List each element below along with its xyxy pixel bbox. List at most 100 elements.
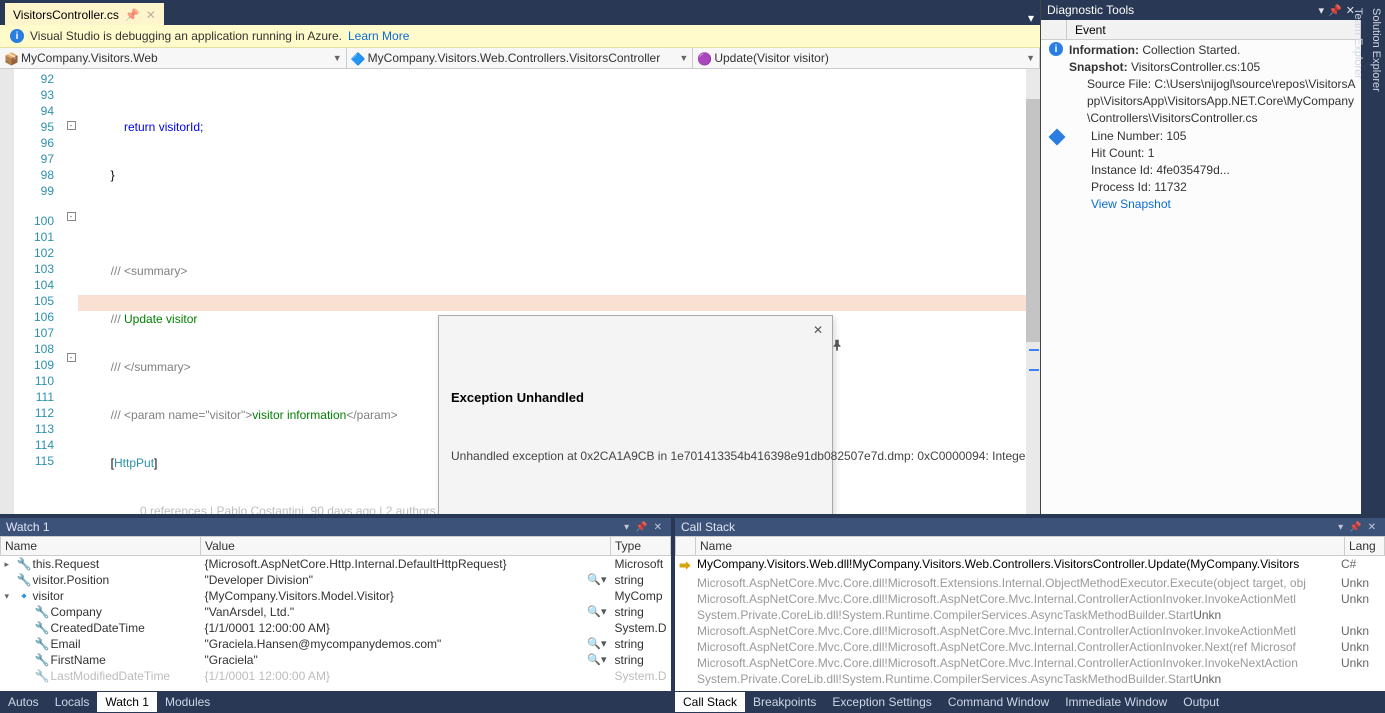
watch-row[interactable]: ▾🔹visitor{MyCompany.Visitors.Model.Visit… (1, 588, 671, 604)
watch-tabs: Autos Locals Watch 1 Modules (0, 691, 671, 713)
watch-row[interactable]: 🔧CreatedDateTime{1/1/0001 12:00:00 AM}Sy… (1, 620, 671, 636)
watch-table[interactable]: NameValueType ▸🔧this.Request{Microsoft.A… (0, 536, 671, 684)
output-tab[interactable]: Output (1175, 692, 1227, 712)
close-icon[interactable]: ✕ (651, 522, 665, 533)
method-dropdown[interactable]: 🟣 Update(Visitor visitor) ▼ (693, 48, 1040, 68)
modules-tab[interactable]: Modules (157, 692, 218, 712)
snapshot-icon (1049, 129, 1066, 146)
watch-row[interactable]: 🔧Company"VanArsdel, Ltd."🔍▾string (1, 604, 671, 620)
call-stack-frame[interactable]: ⮕MyCompany.Visitors.Web.dll!MyCompany.Vi… (675, 556, 1385, 575)
watch-header: Watch 1 ▾ 📌 ✕ (0, 518, 671, 536)
document-tabs: VisitorsController.cs 📌 ✕ ▾ (0, 0, 1040, 25)
call-stack-frame[interactable]: Microsoft.AspNetCore.Mvc.Core.dll!Micros… (675, 655, 1385, 671)
close-icon[interactable]: ✕ (1346, 4, 1355, 17)
watch-row[interactable]: 🔧Email"Graciela.Hansen@mycompanydemos.co… (1, 636, 671, 652)
class-dropdown[interactable]: 🔷 MyCompany.Visitors.Web.Controllers.Vis… (347, 48, 694, 68)
call-stack-header: Call Stack ▾ 📌 ✕ (675, 518, 1385, 536)
wrench-icon: 🔧 (17, 573, 31, 587)
current-frame-icon (679, 672, 695, 686)
watch-row[interactable]: 🔧FirstName"Graciela"🔍▾string (1, 652, 671, 668)
exception-title: Exception Unhandled (451, 390, 820, 406)
visualizer-icon[interactable]: 🔍▾ (587, 605, 606, 618)
wrench-icon: 🔧 (35, 669, 49, 683)
call-stack-frame[interactable]: Microsoft.AspNetCore.Mvc.Core.dll!Micros… (675, 623, 1385, 639)
wrench-icon: 🔧 (35, 605, 49, 619)
instance-id-label: Instance Id: 4fe035479d... (1091, 162, 1230, 179)
pin-icon[interactable]: 📌 (1328, 4, 1342, 17)
watch-panel: Watch 1 ▾ 📌 ✕ NameValueType ▸🔧this.Reque… (0, 514, 675, 713)
cube-icon: 🔹 (17, 589, 31, 603)
hit-count-label: Hit Count: 1 (1091, 145, 1230, 162)
close-icon[interactable]: ✕ (810, 322, 826, 338)
wrench-icon: 🔧 (35, 653, 49, 667)
wrench-icon: 🔧 (17, 557, 31, 571)
autos-tab[interactable]: Autos (0, 692, 47, 712)
chevron-down-icon: ▼ (679, 53, 688, 63)
watch-row[interactable]: 🔧LastModifiedDateTime{1/1/0001 12:00:00 … (1, 668, 671, 684)
exception-settings-tab[interactable]: Exception Settings (824, 692, 939, 712)
exception-message: Unhandled exception at 0x2CA1A9CB in 1e7… (451, 448, 820, 464)
watch-row[interactable]: ▸🔧this.Request{Microsoft.AspNetCore.Http… (1, 556, 671, 573)
code-nav-bar: 📦 MyCompany.Visitors.Web ▼ 🔷 MyCompany.V… (0, 48, 1040, 69)
process-id-label: Process Id: 11732 (1091, 179, 1230, 196)
pin-icon[interactable] (790, 322, 806, 338)
wrench-icon: 🔧 (35, 621, 49, 635)
pin-icon[interactable]: 📌 (125, 8, 140, 22)
window-menu-icon[interactable]: ▾ (1319, 4, 1325, 17)
chevron-down-icon: ▼ (1026, 53, 1035, 63)
locals-tab[interactable]: Locals (47, 692, 98, 712)
event-column[interactable]: Event (1067, 20, 1361, 39)
info-icon: i (10, 29, 24, 43)
method-icon: 🟣 (697, 52, 711, 64)
chevron-down-icon: ▼ (333, 53, 342, 63)
pin-icon[interactable]: 📌 (632, 522, 650, 533)
call-stack-frame[interactable]: System.Private.CoreLib.dll!System.Runtim… (675, 671, 1385, 687)
call-stack-frame[interactable]: Microsoft.AspNetCore.Mvc.Core.dll!Micros… (675, 639, 1385, 655)
immediate-window-tab[interactable]: Immediate Window (1057, 692, 1175, 712)
close-icon[interactable]: ✕ (1365, 522, 1379, 533)
diag-columns: Event (1041, 20, 1361, 40)
banner-text: Visual Studio is debugging an applicatio… (30, 29, 342, 43)
watch1-tab[interactable]: Watch 1 (97, 692, 157, 712)
window-menu-icon[interactable]: ▾ (621, 522, 632, 533)
tab-overflow-icon[interactable]: ▾ (1022, 11, 1040, 25)
wrench-icon: 🔧 (35, 637, 49, 651)
azure-debug-banner: i Visual Studio is debugging an applicat… (0, 25, 1040, 48)
current-frame-icon (679, 592, 695, 606)
current-execution-line (78, 295, 1040, 311)
call-stack-frame[interactable]: Microsoft.AspNetCore.Mvc.Core.dll!Micros… (675, 591, 1385, 607)
current-frame-icon (679, 640, 695, 654)
call-stack-tabs: Call Stack Breakpoints Exception Setting… (675, 691, 1385, 713)
active-tab[interactable]: VisitorsController.cs 📌 ✕ (5, 3, 164, 25)
call-stack-table: NameLang (675, 536, 1385, 556)
call-stack-frame[interactable]: Microsoft.AspNetCore.Mvc.Core.dll!Micros… (675, 575, 1385, 591)
diagnostic-tools-header: Diagnostic Tools ▾ 📌 ✕ (1041, 0, 1361, 20)
current-frame-icon (679, 624, 695, 638)
learn-more-link[interactable]: Learn More (348, 29, 409, 43)
call-stack-panel: Call Stack ▾ 📌 ✕ NameLang ⮕MyCompany.Vis… (675, 514, 1385, 713)
diag-info-row[interactable]: i Information: Collection Started. (1045, 42, 1357, 59)
class-icon: 🔷 (351, 52, 365, 64)
close-icon[interactable]: ✕ (146, 8, 156, 22)
command-window-tab[interactable]: Command Window (940, 692, 1057, 712)
callstack-tab[interactable]: Call Stack (675, 692, 745, 712)
visualizer-icon[interactable]: 🔍▾ (587, 637, 606, 650)
window-menu-icon[interactable]: ▾ (1335, 522, 1346, 533)
current-frame-icon (679, 656, 695, 670)
current-frame-icon (679, 608, 695, 622)
call-stack-frame[interactable]: System.Private.CoreLib.dll!System.Runtim… (675, 607, 1385, 623)
view-snapshot-link[interactable]: View Snapshot (1091, 196, 1230, 213)
line-number-label: Line Number: 105 (1091, 128, 1230, 145)
panel-title: Diagnostic Tools (1047, 3, 1134, 17)
diag-snapshot-row[interactable]: Snapshot: VisitorsController.cs:105 (1045, 59, 1357, 76)
current-frame-icon: ⮕ (679, 557, 695, 574)
pin-icon[interactable]: 📌 (1346, 522, 1364, 533)
current-frame-icon (679, 576, 695, 590)
visualizer-icon[interactable]: 🔍▾ (587, 653, 606, 666)
visualizer-icon[interactable]: 🔍▾ (587, 573, 606, 586)
tab-title: VisitorsController.cs (13, 8, 119, 22)
info-icon: i (1049, 42, 1063, 56)
breakpoints-tab[interactable]: Breakpoints (745, 692, 824, 712)
namespace-dropdown[interactable]: 📦 MyCompany.Visitors.Web ▼ (0, 48, 347, 68)
watch-row[interactable]: 🔧visitor.Position"Developer Division"🔍▾s… (1, 572, 671, 588)
